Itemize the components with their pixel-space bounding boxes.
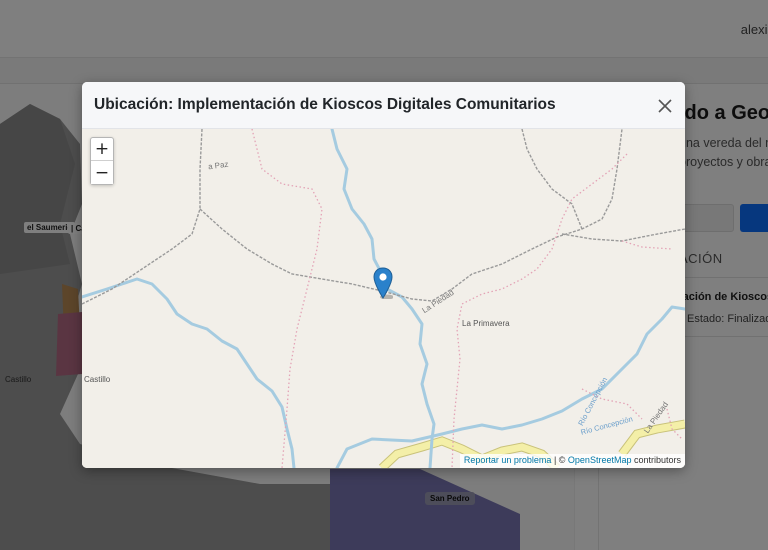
attribution-sep: | ©: [551, 455, 568, 465]
map-place-label: La Primavera: [462, 319, 510, 328]
modal-header: Ubicación: Implementación de Kioscos Dig…: [82, 82, 685, 129]
osm-link[interactable]: OpenStreetMap: [568, 455, 632, 465]
zoom-in-button[interactable]: +: [91, 138, 113, 161]
zoom-out-button[interactable]: −: [91, 161, 113, 184]
map-attribution: Reportar un problema | © OpenStreetMap c…: [459, 454, 685, 468]
location-map[interactable]: + − a Paz La Piedad La Primavera Castill…: [82, 129, 685, 468]
report-problem-link[interactable]: Reportar un problema: [464, 455, 552, 465]
location-modal: Ubicación: Implementación de Kioscos Dig…: [82, 82, 685, 468]
close-button[interactable]: [653, 94, 677, 118]
close-icon: [658, 99, 672, 113]
attribution-contributors: contributors: [631, 455, 681, 465]
modal-title: Ubicación: Implementación de Kioscos Dig…: [94, 96, 556, 113]
location-marker-icon[interactable]: [373, 267, 393, 299]
map-place-label: Castillo: [84, 375, 111, 384]
zoom-control: + −: [90, 137, 114, 185]
